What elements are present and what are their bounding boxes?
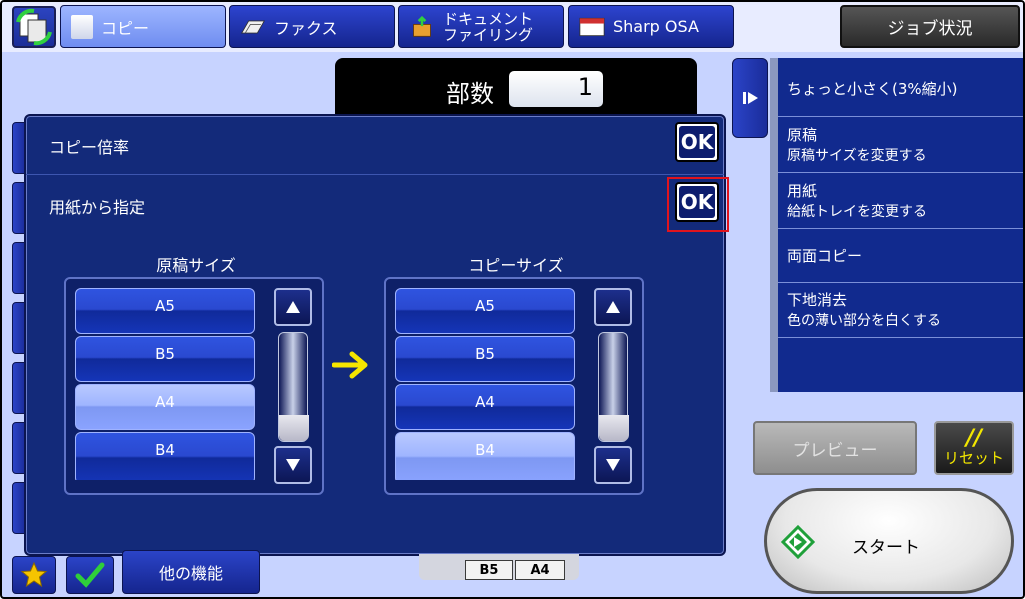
start-label: スタート xyxy=(852,538,920,558)
triangle-down-icon xyxy=(286,459,300,471)
other-functions-button[interactable]: 他の機能 xyxy=(122,550,260,594)
triangle-up-icon xyxy=(606,301,620,313)
reset-button[interactable]: // リセット xyxy=(934,421,1014,475)
sidebar-item-subtitle: 色の薄い部分を白くする xyxy=(787,313,941,329)
copy-size-option-a4[interactable]: A4 xyxy=(395,384,575,430)
sidebar-item-slightly-smaller[interactable]: ちょっと小さく(3%縮小) xyxy=(778,62,1023,116)
tab-sharp-osa-label: Sharp OSA xyxy=(613,17,699,36)
scrollbar-thumb[interactable] xyxy=(599,415,629,441)
copy-size-option-a5[interactable]: A5 xyxy=(395,288,575,334)
original-size-option-a5[interactable]: A5 xyxy=(75,288,255,334)
copy-screen: コピー ファクス ドキュメント ファイリング Sharp OSA ジョブ状況 部… xyxy=(0,0,1025,599)
tray-b5: B5 xyxy=(465,560,513,580)
sidebar-item-background-suppress[interactable]: 下地消去 色の薄い部分を白くする xyxy=(778,282,1023,338)
tab-fax[interactable]: ファクス xyxy=(229,5,395,48)
checkmark-icon xyxy=(75,562,105,588)
original-size-scrollbar[interactable] xyxy=(278,332,309,442)
original-size-title: 原稿サイズ xyxy=(156,256,236,275)
dialog-divider xyxy=(26,174,724,175)
preview-button[interactable]: プレビュー xyxy=(753,421,917,475)
copy-size-scroll-down-button[interactable] xyxy=(594,446,632,484)
triangle-up-icon xyxy=(286,301,300,313)
tab-document-filing[interactable]: ドキュメント ファイリング xyxy=(398,5,564,48)
original-size-scroll-down-button[interactable] xyxy=(274,446,312,484)
arrow-right-icon xyxy=(332,351,368,379)
document-filing-icon xyxy=(413,15,431,37)
scrollbar-thumb[interactable] xyxy=(279,415,309,441)
copy-ratio-label: コピー倍率 xyxy=(49,138,130,157)
reset-icon: // xyxy=(965,426,983,451)
copy-size-scroll-up-button[interactable] xyxy=(594,288,632,326)
sidebar-item-title: 用紙 xyxy=(787,181,818,200)
copy-ratio-ok-label: OK xyxy=(679,126,715,158)
mode-switch-button[interactable] xyxy=(12,6,56,48)
tab-copy-label: コピー xyxy=(101,18,150,38)
favorites-button[interactable] xyxy=(12,556,56,594)
sidebar-item-paper[interactable]: 用紙 給紙トレイを変更する xyxy=(778,172,1023,228)
sharp-osa-icon xyxy=(579,17,605,36)
copies-field[interactable]: 1 xyxy=(509,71,603,107)
start-button[interactable]: スタート xyxy=(764,488,1014,594)
original-size-scroll-up-button[interactable] xyxy=(274,288,312,326)
fax-icon xyxy=(240,20,266,33)
mode-switch-icon xyxy=(16,8,52,46)
ok-button-highlight xyxy=(667,177,729,232)
sidebar-item-duplex[interactable]: 両面コピー xyxy=(778,228,1023,282)
original-size-option-b5[interactable]: B5 xyxy=(75,336,255,382)
sidebar-toggle-button[interactable] xyxy=(732,58,768,138)
star-icon xyxy=(20,561,48,588)
job-status-button[interactable]: ジョブ状況 xyxy=(840,5,1020,48)
sidebar-item-title: ちょっと小さく(3%縮小) xyxy=(787,80,958,98)
original-size-option-b4[interactable]: B4 xyxy=(75,432,255,484)
original-size-option-a4[interactable]: A4 xyxy=(75,384,255,430)
list-clip xyxy=(75,480,255,486)
tab-sharp-osa[interactable]: Sharp OSA xyxy=(568,5,734,48)
copy-size-scrollbar[interactable] xyxy=(598,332,629,442)
sidebar-item-title: 両面コピー xyxy=(787,246,863,265)
sidebar-item-title: 原稿 xyxy=(787,125,818,144)
copy-ratio-ok-button[interactable]: OK xyxy=(675,122,719,162)
triangle-down-icon xyxy=(606,459,620,471)
copies-label: 部数 xyxy=(446,80,494,108)
sidebar-item-subtitle: 給紙トレイを変更する xyxy=(787,203,927,220)
start-icon xyxy=(781,525,815,559)
tray-a4: A4 xyxy=(515,560,565,580)
sidebar-item-subtitle: 原稿サイズを変更する xyxy=(787,147,927,164)
list-clip xyxy=(395,480,575,486)
checklist-button[interactable] xyxy=(66,556,114,594)
sidebar-item-original[interactable]: 原稿 原稿サイズを変更する xyxy=(778,116,1023,172)
play-icon xyxy=(743,92,758,104)
tab-document-filing-label: ドキュメント ファイリング xyxy=(443,9,534,44)
copy-size-option-b5[interactable]: B5 xyxy=(395,336,575,382)
copy-size-option-b4[interactable]: B4 xyxy=(395,432,575,484)
copy-icon xyxy=(71,14,93,39)
sidebar-item-title: 下地消去 xyxy=(787,291,848,309)
paper-spec-label: 用紙から指定 xyxy=(49,198,146,217)
copy-size-title: コピーサイズ xyxy=(468,256,564,275)
reset-label: リセット xyxy=(943,449,1004,467)
tab-fax-label: ファクス xyxy=(274,18,338,38)
tab-copy[interactable]: コピー xyxy=(60,5,226,48)
